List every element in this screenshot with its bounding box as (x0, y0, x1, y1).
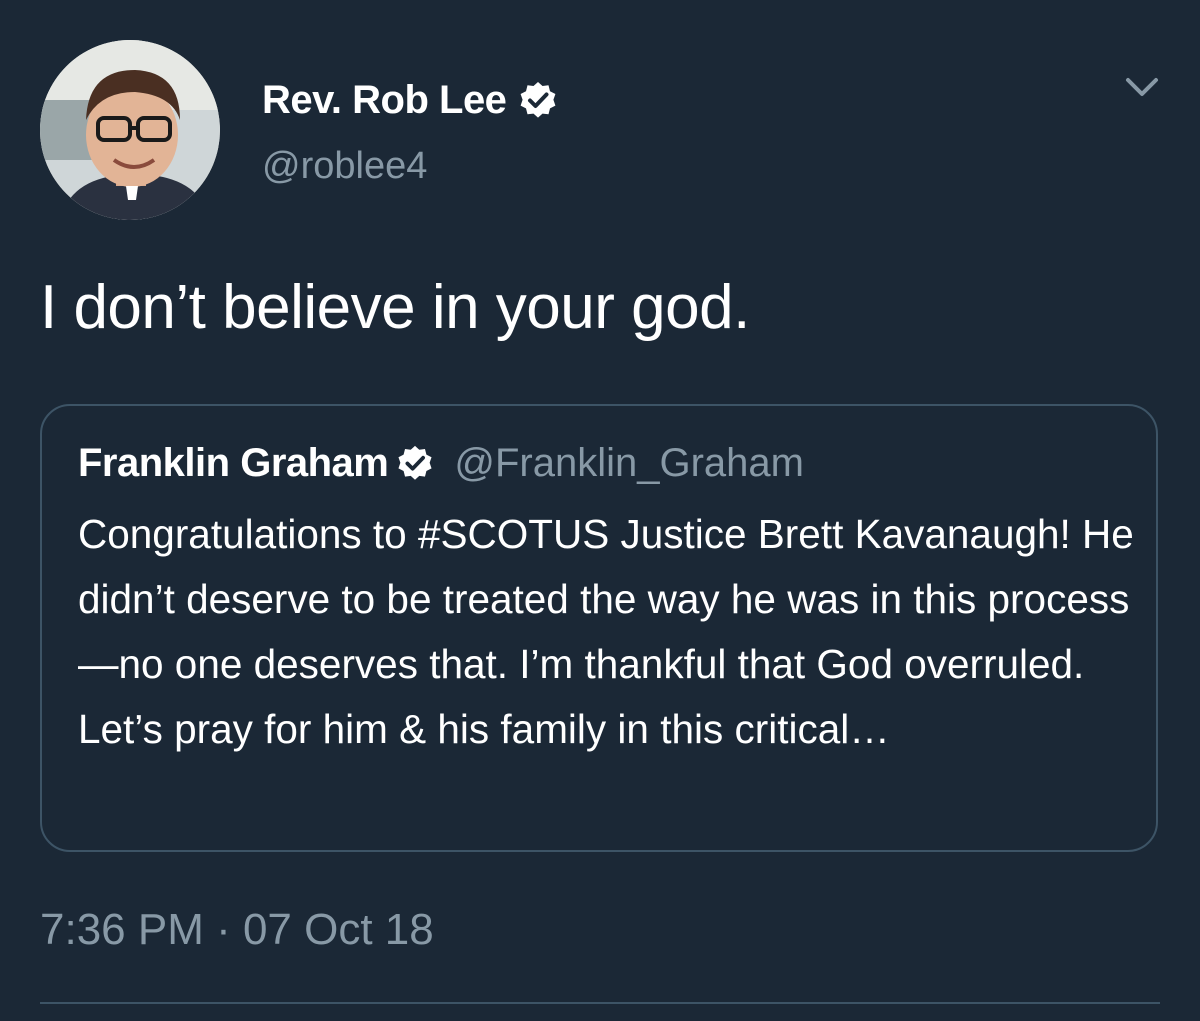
verified-badge-icon (396, 444, 434, 482)
author-name[interactable]: Rev. Rob Lee (262, 78, 507, 123)
quoted-tweet-header: Franklin Graham @Franklin_Graham (78, 438, 804, 488)
avatar-photo-icon (40, 40, 220, 220)
author-avatar[interactable] (40, 40, 220, 220)
tweet: Rev. Rob Lee @roblee4 I don’t believe in… (0, 0, 1200, 1021)
author-name-row: Rev. Rob Lee (262, 72, 558, 128)
divider (40, 1002, 1160, 1004)
quoted-tweet[interactable]: Franklin Graham @Franklin_Graham Congrat… (40, 404, 1158, 852)
tweet-text: I don’t believe in your god. (40, 273, 750, 342)
chevron-down-icon[interactable] (1122, 72, 1162, 102)
quoted-tweet-text: Congratulations to #SCOTUS Justice Brett… (78, 511, 1134, 752)
tweet-timestamp[interactable]: 7:36 PM · 07 Oct 18 (40, 905, 434, 955)
quoted-author-handle: @Franklin_Graham (454, 440, 804, 485)
verified-badge-icon (518, 80, 558, 120)
author-handle[interactable]: @roblee4 (262, 145, 427, 188)
quoted-author-name: Franklin Graham (78, 440, 389, 485)
